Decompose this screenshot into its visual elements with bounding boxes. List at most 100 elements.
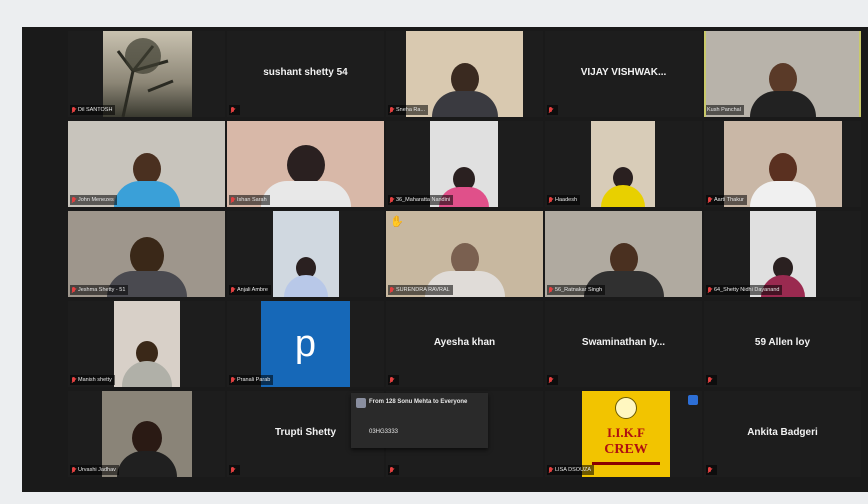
muted-mic-icon (389, 106, 394, 114)
logo-strip (592, 462, 660, 465)
participant-name: Manish shetty (78, 377, 112, 383)
notification-badge-icon[interactable] (688, 395, 698, 405)
participant-tile[interactable]: Ayesha khan (386, 301, 543, 387)
emblem-icon (615, 397, 637, 419)
participant-tile[interactable]: 56_Ratnakar Singh (545, 211, 702, 297)
muted-mic-icon (389, 466, 394, 474)
participant-tile[interactable]: Aarti Thakur (704, 121, 861, 207)
participant-name-label: Jeshma Shetty - 51 (70, 285, 129, 295)
participant-name-label (547, 105, 558, 115)
participant-display-name: 59 Allen loy (754, 337, 811, 348)
participant-tile[interactable]: Manish shetty (68, 301, 225, 387)
muted-mic-icon (548, 376, 553, 384)
participant-tile[interactable]: Swaminathan Iy... (545, 301, 702, 387)
participant-name-label: 56_Ratnakar Singh (547, 285, 606, 295)
participant-figure (601, 167, 645, 207)
participant-name-label: Pranali Parab (229, 375, 274, 385)
participant-tile[interactable]: Dil SANTOSH (68, 31, 225, 117)
video-gallery: Dil SANTOSH sushant shetty 54 Sneha Ra..… (22, 27, 868, 492)
chat-message-text: 03HG3333 (369, 429, 399, 435)
participant-figure (260, 145, 351, 207)
participant-figure (113, 153, 180, 207)
participant-name-label: Anjali Ambre (229, 285, 271, 295)
participant-tile[interactable]: Jeshma Shetty - 51 (68, 211, 225, 297)
tree-silhouette (116, 38, 174, 117)
participant-name: Jeshma Shetty - 51 (78, 287, 126, 293)
participant-figure (431, 63, 498, 117)
chat-notification-popup[interactable]: From 128 Sonu Mehta to Everyone 03HG3333 (351, 393, 488, 448)
raised-hand-icon: ✋ (390, 216, 404, 228)
participant-figure (117, 421, 177, 477)
participant-figure (749, 63, 816, 117)
active-speaker-tile[interactable]: Kush Panchal (704, 31, 861, 117)
participant-tile[interactable]: Anjali Ambre (227, 211, 384, 297)
muted-mic-icon (71, 196, 76, 204)
participant-name: Haadesh (555, 197, 578, 203)
participant-name-label: Manish shetty (70, 375, 115, 385)
participant-name-label (388, 465, 399, 475)
muted-mic-icon (707, 466, 712, 474)
muted-mic-icon (71, 106, 76, 114)
participant-name: Aarti Thakur (714, 197, 744, 203)
participant-display-name: sushant shetty 54 (263, 67, 348, 78)
participant-tile[interactable]: p Pranali Parab (227, 301, 384, 387)
profile-picture-letter: p (294, 323, 317, 365)
participant-name-label: John Menezes (70, 195, 117, 205)
logo-line-2: CREW (604, 442, 648, 457)
muted-mic-icon (707, 286, 712, 294)
participant-display-name: VIJAY VISHWAK... (580, 67, 667, 78)
muted-mic-icon (71, 376, 76, 384)
participant-name-label (388, 375, 399, 385)
muted-mic-icon (389, 376, 394, 384)
participant-tile[interactable]: Ishan Sarah (227, 121, 384, 207)
participant-tile[interactable]: John Menezes (68, 121, 225, 207)
muted-mic-icon (548, 466, 553, 474)
participant-name-label (547, 375, 558, 385)
participant-figure (284, 257, 328, 297)
muted-mic-icon (230, 286, 235, 294)
muted-mic-icon (707, 376, 712, 384)
chat-avatar-icon (356, 398, 366, 408)
participant-name-label: 64_Shetty Nidhi Dayanand (706, 285, 783, 295)
participant-name-label: Ishan Sarah (229, 195, 270, 205)
participant-tile[interactable]: Sneha Ra... (386, 31, 543, 117)
participant-figure (122, 341, 172, 387)
participant-name-label (229, 465, 240, 475)
participant-tile[interactable]: Haadesh (545, 121, 702, 207)
muted-mic-icon (548, 106, 553, 114)
participant-name: Anjali Ambre (237, 287, 268, 293)
participant-name-label (706, 465, 717, 475)
participant-display-name: Ayesha khan (433, 337, 496, 348)
participant-tile[interactable]: 64_Shetty Nidhi Dayanand (704, 211, 861, 297)
participant-tile[interactable]: Urvashi Jadhav (68, 391, 225, 477)
muted-mic-icon (71, 466, 76, 474)
logo-line-1: I.I.K.F (607, 425, 645, 440)
participant-tile[interactable]: VIJAY VISHWAK... (545, 31, 702, 117)
participant-tile[interactable]: sushant shetty 54 (227, 31, 384, 117)
participant-name-label: Sneha Ra... (388, 105, 429, 115)
participant-figure (750, 153, 816, 207)
muted-mic-icon (389, 286, 394, 294)
participant-name: John Menezes (78, 197, 114, 203)
participant-tile[interactable]: ✋ SURENDRA RAVRAL (386, 211, 543, 297)
participant-name: 56_Ratnakar Singh (555, 287, 603, 293)
muted-mic-icon (71, 286, 76, 294)
participant-tile[interactable]: I.I.K.F CREW LISA DSOUZA (545, 391, 702, 477)
muted-mic-icon (548, 286, 553, 294)
muted-mic-icon (707, 196, 712, 204)
participant-video (591, 121, 655, 207)
profile-picture: p (261, 301, 350, 387)
participant-name: Kush Panchal (707, 107, 741, 113)
participant-tile[interactable]: 36_Maharatta Nandini (386, 121, 543, 207)
participant-display-name: Ankita Badgeri (747, 427, 818, 438)
muted-mic-icon (389, 196, 394, 204)
participant-name: Urvashi Jadhav (78, 467, 116, 473)
participant-name: 36_Maharatta Nandini (396, 197, 451, 203)
participant-video (103, 31, 192, 117)
participant-name-label: Dil SANTOSH (70, 105, 116, 115)
participant-tile[interactable]: 59 Allen loy (704, 301, 861, 387)
participant-tile[interactable]: Ankita Badgeri (704, 391, 861, 477)
participant-name: Sneha Ra... (396, 107, 426, 113)
participant-name-label: LISA DSOUZA (547, 465, 595, 475)
participant-name: Pranali Parab (237, 377, 271, 383)
